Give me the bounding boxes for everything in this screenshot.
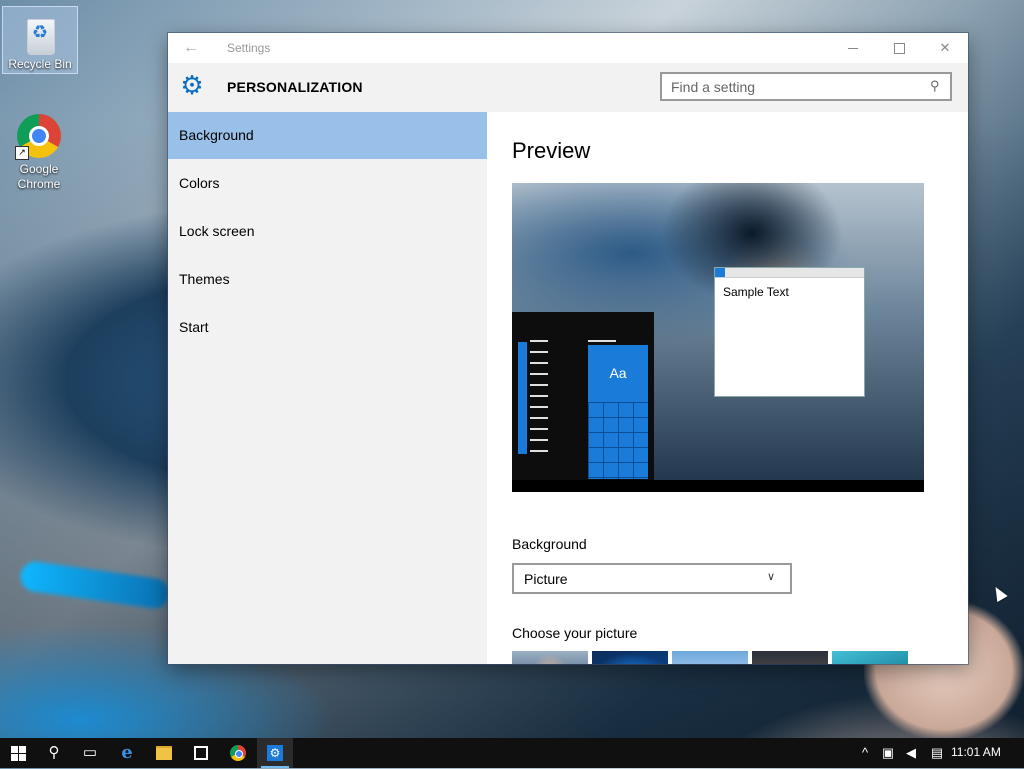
picture-thumbnail[interactable]: [592, 651, 668, 664]
preview-taskbar: [512, 480, 924, 492]
taskbar: ⚲ ▭ e ⚙ ^ ▣ ◀ ▤ 11:01 AM: [0, 738, 1024, 768]
shortcut-arrow-icon: ↗: [15, 146, 29, 160]
minimize-button[interactable]: [830, 33, 876, 63]
taskbar-settings[interactable]: ⚙: [257, 738, 293, 768]
sidebar: Background Colors Lock screen Themes Sta…: [168, 112, 487, 664]
minimize-icon: [848, 48, 858, 50]
picture-thumbnail[interactable]: [672, 651, 748, 664]
recycle-bin-icon: ♻: [23, 15, 57, 55]
search-input[interactable]: [662, 74, 921, 99]
picture-thumbnail[interactable]: [752, 651, 828, 664]
task-view-button[interactable]: ▭: [72, 738, 108, 768]
store-icon: [194, 746, 208, 761]
show-hidden-icons-icon: ^: [861, 745, 869, 760]
background-dropdown[interactable]: Picture ∨: [512, 563, 792, 594]
show-hidden-icons-button[interactable]: ^: [856, 738, 874, 768]
close-icon: ✕: [939, 40, 951, 55]
search-icon[interactable]: ⚲: [930, 78, 944, 94]
desktop-icon-recycle-bin[interactable]: ♻ Recycle Bin: [2, 6, 78, 74]
desktop-icon-chrome[interactable]: ↗ Google Chrome: [1, 112, 77, 192]
windows-icon: [10, 745, 26, 761]
search-box[interactable]: ⚲: [660, 72, 952, 101]
sidebar-item-background[interactable]: Background: [168, 112, 487, 159]
sidebar-item-start[interactable]: Start: [168, 304, 487, 351]
choose-picture-label: Choose your picture: [512, 625, 638, 641]
sidebar-item-themes[interactable]: Themes: [168, 256, 487, 303]
start-button[interactable]: [0, 738, 36, 768]
taskbar-search-button[interactable]: ⚲: [36, 738, 72, 768]
preview-tile-text: Aa: [609, 365, 627, 381]
main-content: Preview Aa Sample Text Background Pictur…: [487, 112, 968, 664]
volume-muted-icon: ◀: [906, 745, 916, 760]
edge-icon: e: [121, 742, 133, 763]
settings-gear-icon: ⚙: [180, 70, 204, 100]
preview-start-menu: Aa: [512, 312, 654, 480]
background-label: Background: [512, 536, 587, 552]
settings-taskbar-icon: ⚙: [267, 745, 283, 762]
settings-header: ⚙ PERSONALIZATION ⚲: [168, 63, 968, 112]
chrome-icon: [230, 745, 246, 762]
taskbar-edge[interactable]: e: [109, 738, 145, 768]
taskbar-store[interactable]: [183, 738, 219, 768]
preview-heading: Preview: [512, 138, 591, 163]
settings-window: ← Settings ✕ ⚙ PERSONALIZATION ⚲ Backgro…: [168, 33, 968, 664]
background-preview: Aa Sample Text: [512, 183, 924, 492]
desktop-icon-label: Google Chrome: [17, 162, 61, 191]
preview-tiles: Aa: [588, 345, 648, 479]
chevron-down-icon: ∨: [767, 571, 776, 583]
taskbar-file-explorer[interactable]: [146, 738, 182, 768]
background-dropdown-value: Picture: [524, 571, 568, 587]
back-button[interactable]: ←: [180, 38, 202, 58]
picture-thumbnail[interactable]: [832, 651, 908, 664]
action-center-icon: ▤: [930, 745, 944, 760]
task-view-icon: ▭: [82, 744, 98, 761]
file-explorer-icon: [156, 746, 172, 761]
action-center-button[interactable]: ▤: [926, 738, 948, 768]
preview-sample-text: Sample Text: [723, 285, 789, 299]
desktop-icon-label: Recycle Bin: [8, 57, 72, 71]
network-icon: ▣: [881, 745, 895, 760]
sidebar-item-lock-screen[interactable]: Lock screen: [168, 208, 487, 255]
page-title: PERSONALIZATION: [227, 79, 363, 95]
taskbar-clock[interactable]: 11:01 AM: [951, 738, 1001, 768]
title-bar: ← Settings ✕: [168, 33, 968, 63]
picture-thumbnail[interactable]: [512, 651, 588, 664]
preview-sample-window: Sample Text: [714, 267, 865, 397]
close-button[interactable]: ✕: [922, 33, 968, 63]
maximize-icon: [893, 43, 905, 55]
sidebar-item-colors[interactable]: Colors: [168, 160, 487, 207]
window-title: Settings: [227, 41, 271, 55]
network-button[interactable]: ▣: [878, 738, 898, 768]
volume-button[interactable]: ◀: [900, 738, 922, 768]
back-arrow-icon: ←: [183, 39, 199, 56]
taskbar-chrome[interactable]: [220, 738, 256, 768]
search-taskbar-icon: ⚲: [48, 744, 60, 761]
maximize-button[interactable]: [876, 33, 922, 63]
